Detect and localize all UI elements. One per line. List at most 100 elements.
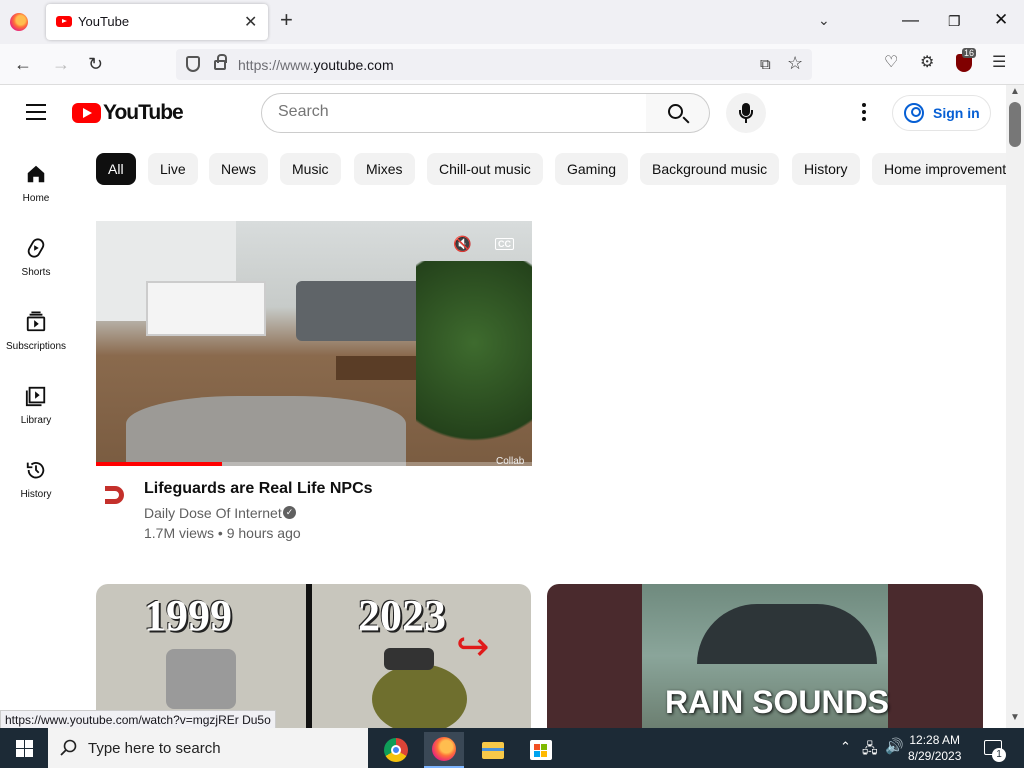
- progress-fill: [96, 462, 223, 466]
- guide-label: Subscriptions: [5, 341, 67, 352]
- year-left: 1999: [144, 591, 232, 640]
- tab-close-icon[interactable]: ✕: [244, 12, 257, 32]
- restore-icon[interactable]: ❐: [948, 13, 961, 30]
- new-tab-button[interactable]: +: [280, 9, 293, 31]
- sign-in-label: Sign in: [933, 105, 980, 121]
- url-text[interactable]: https://www.youtube.com: [238, 57, 394, 73]
- chip-background-music[interactable]: Background music: [640, 153, 780, 185]
- chip-news[interactable]: News: [209, 153, 269, 185]
- search-input[interactable]: [278, 103, 628, 121]
- umbrella: [697, 604, 877, 664]
- picture-in-picture-icon[interactable]: ⧉: [760, 56, 771, 73]
- guide-label: History: [20, 489, 52, 500]
- plant: [416, 261, 532, 466]
- show-hidden-icons-icon[interactable]: ⌃: [840, 739, 851, 755]
- addon-badge: 16: [962, 48, 977, 58]
- network-icon[interactable]: 🖧: [862, 738, 878, 762]
- channel-name[interactable]: Daily Dose Of Internet: [144, 505, 282, 521]
- sign-in-button[interactable]: Sign in: [892, 95, 991, 131]
- chip-all[interactable]: All: [96, 153, 136, 185]
- app-menu-icon[interactable]: ☰: [992, 52, 1006, 72]
- video-thumbnail[interactable]: RAIN SOUNDS: [547, 584, 983, 728]
- mute-icon[interactable]: 🔇: [453, 235, 472, 253]
- video-thumbnail[interactable]: 🔇 CC Collab: [96, 221, 532, 466]
- back-icon[interactable]: ←: [14, 54, 32, 75]
- clock-time: 12:28 AM: [909, 733, 961, 747]
- channel-avatar[interactable]: [102, 482, 128, 508]
- browser-nav-bar: ← → ↻ https://www.youtube.com ⧉ ☆: [0, 44, 1024, 85]
- guide-label: Home: [22, 193, 50, 204]
- guide-item-shorts[interactable]: Shorts: [0, 237, 72, 278]
- reload-icon[interactable]: ↻: [88, 54, 103, 75]
- tracking-shield-icon[interactable]: [186, 56, 200, 72]
- page-scrollbar[interactable]: ▲ ▼: [1006, 85, 1024, 728]
- chip-history[interactable]: History: [792, 153, 860, 185]
- search-icon: [60, 739, 77, 756]
- shorts-icon: [27, 238, 45, 258]
- settings-more-icon[interactable]: [860, 103, 868, 123]
- chip-chill-out-music[interactable]: Chill-out music: [427, 153, 543, 185]
- search-button[interactable]: [646, 93, 710, 133]
- chip-gaming[interactable]: Gaming: [555, 153, 629, 185]
- chrome-taskbar-icon[interactable]: [376, 732, 416, 768]
- video-thumbnail[interactable]: 1999 2023 ↪: [96, 584, 531, 728]
- history-icon: [26, 461, 45, 479]
- minimize-icon[interactable]: —: [902, 10, 919, 30]
- window-close-icon[interactable]: ✕: [994, 10, 1008, 30]
- scroll-up-icon[interactable]: ▲: [1010, 86, 1020, 97]
- list-all-tabs-icon[interactable]: ⌄: [818, 12, 830, 29]
- bookmark-star-icon[interactable]: ☆: [787, 53, 803, 74]
- new-faucet-cover: [372, 664, 467, 728]
- guide-label: Shorts: [21, 267, 51, 278]
- browser-tab-strip: YouTube ✕ + ⌄ — ❐ ✕: [0, 0, 1024, 44]
- guide-label: Library: [20, 415, 52, 426]
- status-url: https://www.youtube.com/watch?v=mgzjREr …: [0, 710, 276, 730]
- start-button[interactable]: [0, 728, 48, 768]
- file-explorer-taskbar-icon[interactable]: [472, 732, 512, 768]
- rain-sounds-text: RAIN SOUNDS: [665, 684, 890, 720]
- library-icon: [25, 386, 46, 407]
- youtube-favicon-icon: [56, 16, 72, 27]
- taskbar-search[interactable]: Type here to search: [48, 728, 368, 768]
- chip-home-improvement[interactable]: Home improvement: [872, 153, 1006, 185]
- notification-count: 1: [992, 748, 1006, 762]
- extensions-icon[interactable]: ⚙: [920, 52, 934, 72]
- chip-mixes[interactable]: Mixes: [354, 153, 415, 185]
- tab-youtube[interactable]: YouTube ✕: [46, 4, 268, 40]
- taskbar-search-placeholder: Type here to search: [88, 740, 221, 757]
- lock-icon[interactable]: [214, 54, 227, 70]
- pocket-icon[interactable]: ♡: [884, 52, 898, 72]
- chip-music[interactable]: Music: [280, 153, 341, 185]
- guide-item-subscriptions[interactable]: Subscriptions: [0, 311, 72, 352]
- rug: [126, 396, 406, 466]
- youtube-logo-icon[interactable]: [72, 103, 101, 123]
- ublock-icon[interactable]: 16: [956, 48, 977, 72]
- youtube-logo-text[interactable]: YouTube: [103, 101, 184, 125]
- microsoft-store-taskbar-icon[interactable]: [520, 732, 560, 768]
- scroll-down-icon[interactable]: ▼: [1010, 712, 1020, 723]
- firefox-taskbar-icon[interactable]: [424, 732, 464, 768]
- taskbar-clock[interactable]: 12:28 AM 8/29/2023: [908, 732, 961, 764]
- forward-icon[interactable]: →: [52, 54, 70, 75]
- scrollbar-thumb[interactable]: [1009, 102, 1021, 147]
- captions-icon[interactable]: CC: [495, 238, 514, 250]
- guide-menu-icon[interactable]: [26, 104, 46, 120]
- windows-taskbar: Type here to search ⌃ 🖧 🔊 12:28 AM 8/29/…: [0, 728, 1024, 768]
- firefox-icon[interactable]: [10, 13, 28, 31]
- guide-item-library[interactable]: Library: [0, 385, 72, 426]
- guide-item-home[interactable]: Home: [0, 163, 72, 204]
- guide-item-history[interactable]: History: [0, 459, 72, 500]
- red-arrow-icon: ↪: [456, 625, 490, 669]
- voice-search-button[interactable]: [726, 93, 766, 133]
- video-title[interactable]: Lifeguards are Real Life NPCs: [144, 480, 373, 498]
- video-meta: 1.7M views • 9 hours ago: [144, 525, 301, 541]
- search-box[interactable]: [261, 93, 647, 133]
- home-icon: [27, 165, 45, 183]
- tab-title: YouTube: [78, 14, 130, 29]
- address-bar[interactable]: https://www.youtube.com ⧉ ☆: [176, 49, 812, 80]
- volume-icon[interactable]: 🔊: [885, 737, 904, 755]
- hinge: [384, 648, 434, 670]
- progress-track[interactable]: [96, 462, 532, 466]
- chip-live[interactable]: Live: [148, 153, 198, 185]
- account-icon: [904, 103, 924, 123]
